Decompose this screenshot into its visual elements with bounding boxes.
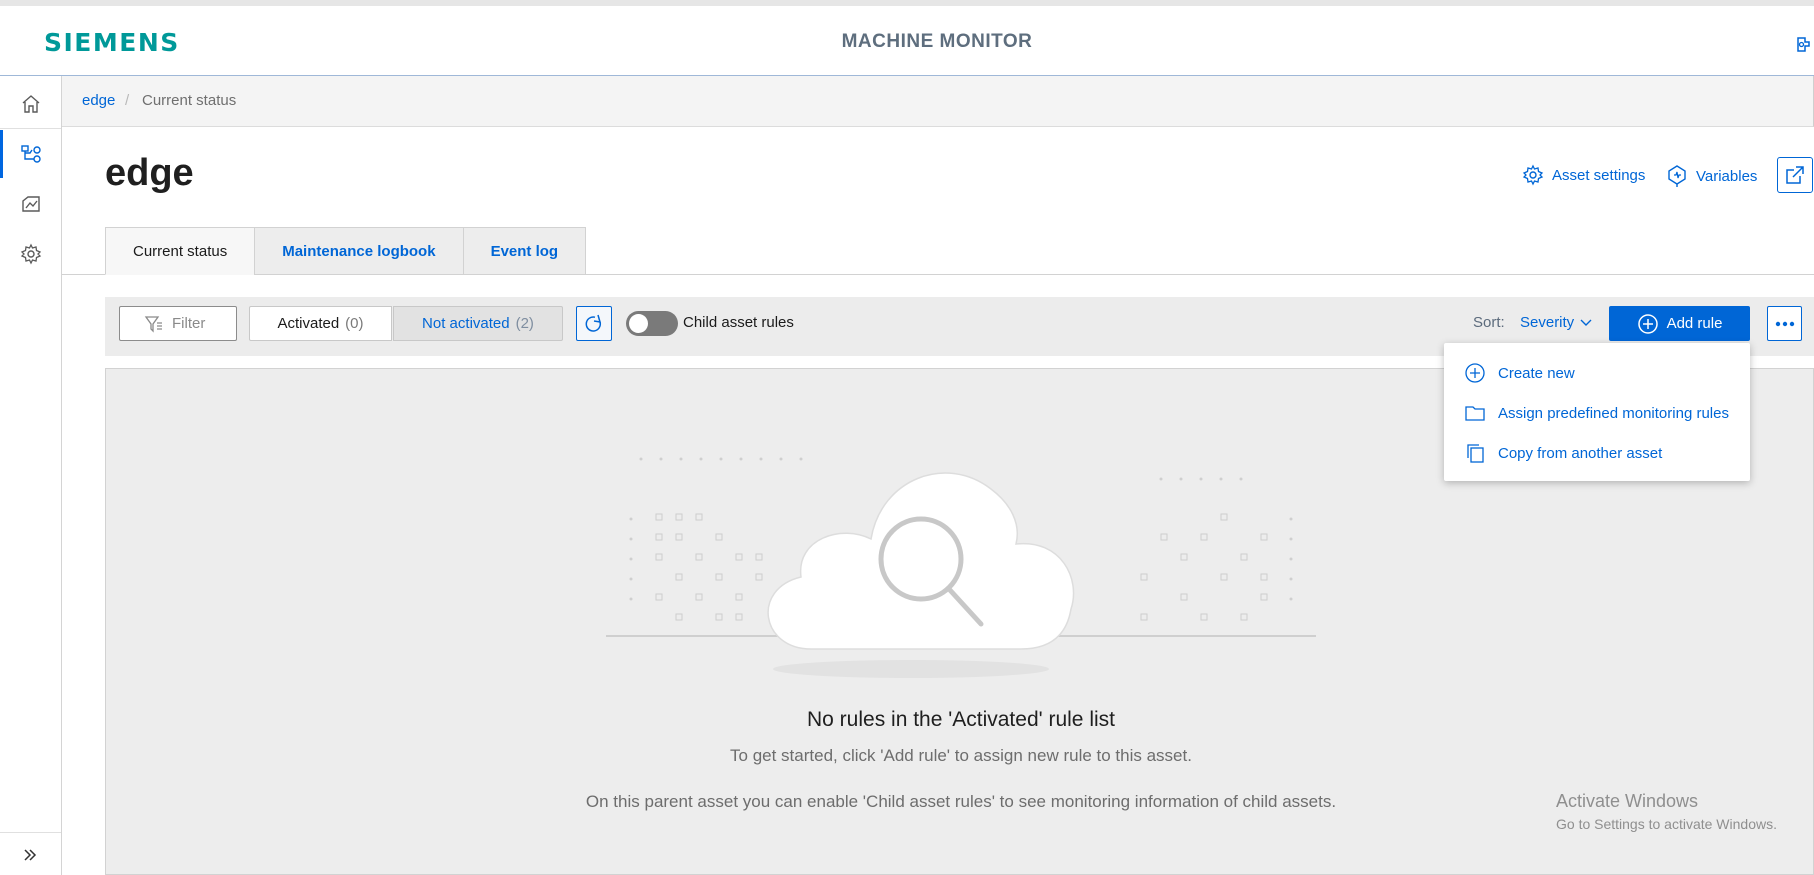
breadcrumb-link-edge[interactable]: edge	[82, 92, 115, 109]
tab-bar: Current status Maintenance logbook Event…	[105, 227, 587, 275]
filter-icon	[144, 315, 162, 333]
breadcrumb-separator: /	[125, 92, 130, 109]
breadcrumb: edge / Current status	[62, 76, 1814, 127]
open-external-button[interactable]	[1777, 157, 1813, 193]
add-rule-dropdown-menu: Create new Assign predefined monitoring …	[1444, 343, 1750, 481]
variables-label: Variables	[1696, 167, 1758, 185]
empty-state-subtitle: To get started, click 'Add rule' to assi…	[730, 746, 1192, 765]
menu-item-label: Assign predefined monitoring rules	[1498, 404, 1729, 422]
rail-divider	[0, 832, 61, 833]
breadcrumb-current: Current status	[142, 92, 237, 109]
external-link-icon	[1786, 166, 1804, 184]
asset-settings-button[interactable]: Asset settings	[1522, 164, 1645, 186]
child-asset-rules-label: Child asset rules	[683, 314, 794, 331]
home-icon	[22, 95, 39, 113]
variables-button[interactable]: Variables	[1666, 164, 1757, 188]
refresh-icon	[585, 314, 602, 332]
nav-asset-hierarchy[interactable]	[0, 130, 61, 178]
activated-count: (0)	[345, 315, 364, 332]
add-rule-label: Add rule	[1666, 315, 1723, 332]
not-activated-count: (2)	[515, 315, 534, 332]
tab-current-status[interactable]: Current status	[105, 227, 255, 275]
plus-circle-icon	[1637, 313, 1658, 334]
not-activated-toggle[interactable]: Not activated (2)	[393, 306, 563, 341]
rail-divider	[0, 128, 61, 129]
menu-item-create-new[interactable]: Create new	[1444, 353, 1750, 393]
sort-dropdown[interactable]: Severity	[1520, 314, 1592, 331]
activated-label: Activated	[277, 315, 340, 332]
empty-cloud-search-illustration	[606, 457, 1316, 678]
user-settings-icon[interactable]	[1792, 34, 1814, 56]
windows-activation-title: Activate Windows	[1556, 791, 1699, 811]
nav-home[interactable]	[0, 80, 61, 128]
add-rule-button[interactable]: Add rule	[1609, 306, 1750, 341]
chart-icon	[21, 196, 40, 212]
sort-value: Severity	[1520, 314, 1575, 331]
menu-item-copy-from-asset[interactable]: Copy from another asset	[1444, 433, 1750, 473]
expand-rail-button[interactable]	[22, 848, 38, 867]
page-title: edge	[105, 152, 194, 194]
nav-settings[interactable]	[0, 230, 61, 278]
more-options-button[interactable]	[1767, 306, 1802, 341]
menu-item-label: Copy from another asset	[1498, 444, 1663, 462]
double-chevron-right-icon	[24, 849, 37, 861]
toggle-knob	[629, 314, 648, 333]
more-horizontal-icon	[1775, 321, 1794, 326]
tab-event-log[interactable]: Event log	[462, 227, 587, 275]
not-activated-label: Not activated	[422, 315, 510, 332]
chevron-down-icon	[1580, 319, 1592, 326]
plus-circle-icon	[1465, 363, 1485, 383]
filter-label: Filter	[172, 315, 206, 332]
gear-icon	[1522, 164, 1544, 186]
hierarchy-icon	[21, 145, 41, 163]
tab-maintenance-logbook[interactable]: Maintenance logbook	[254, 227, 463, 275]
app-title: MACHINE MONITOR	[841, 31, 1033, 52]
refresh-button[interactable]	[576, 306, 612, 341]
left-navigation-rail	[0, 76, 62, 875]
gear-icon	[20, 243, 41, 265]
sort-label: Sort:	[1473, 314, 1505, 331]
variables-icon	[1668, 165, 1686, 187]
activated-toggle[interactable]: Activated (0)	[249, 306, 392, 341]
top-header: SIEMENS MACHINE MONITOR	[0, 0, 1814, 76]
windows-activation-subtitle: Go to Settings to activate Windows.	[1556, 816, 1777, 832]
menu-item-label: Create new	[1498, 364, 1575, 382]
child-asset-rules-toggle[interactable]	[626, 311, 678, 336]
filter-button[interactable]: Filter	[119, 306, 237, 341]
asset-settings-label: Asset settings	[1552, 166, 1646, 184]
menu-item-assign-predefined[interactable]: Assign predefined monitoring rules	[1444, 393, 1750, 433]
folder-icon	[1465, 406, 1485, 421]
empty-state-title: No rules in the 'Activated' rule list	[807, 708, 1115, 731]
nav-analytics[interactable]	[0, 180, 61, 228]
copy-icon	[1467, 444, 1484, 463]
